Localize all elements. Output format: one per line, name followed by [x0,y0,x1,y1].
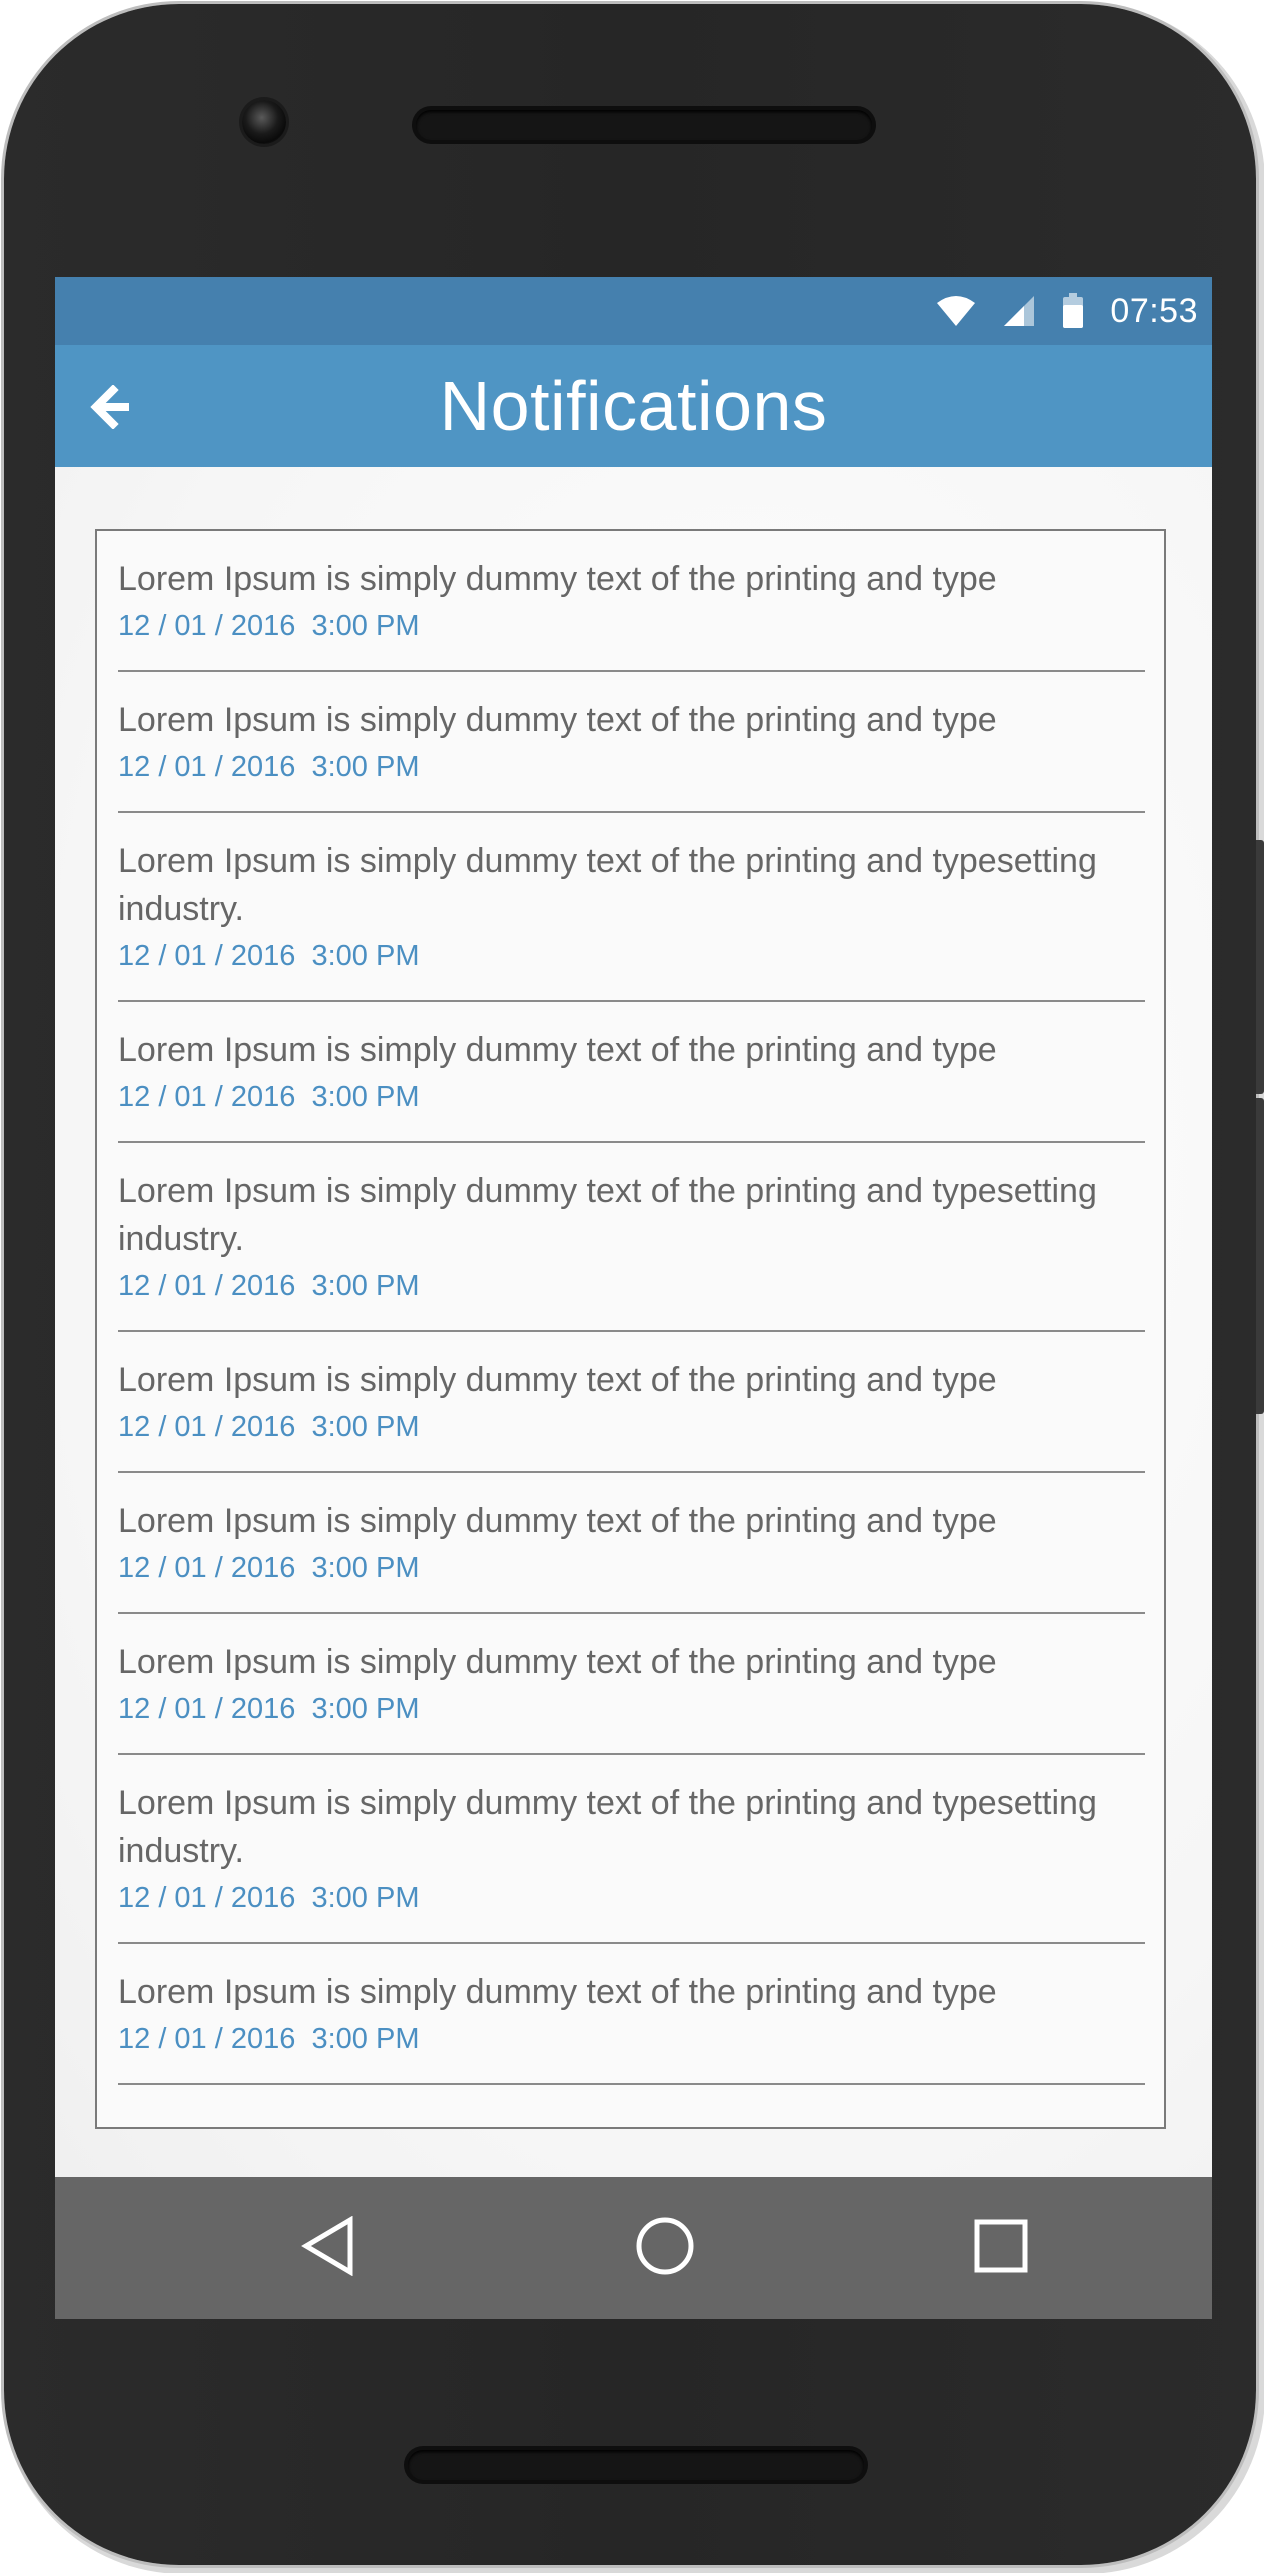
nav-home-circle-icon [635,2216,695,2281]
notification-text: Lorem Ipsum is simply dummy text of the … [118,560,997,598]
bottom-speaker [408,2450,864,2480]
status-bar: 07:53 [55,277,1212,345]
notification-text: Lorem Ipsum is simply dummy text of the … [118,1784,1097,1870]
back-button[interactable] [83,381,139,437]
battery-icon [1062,293,1084,329]
wifi-icon [936,295,976,327]
notification-timestamp: 12 / 01 / 2016 3:00 PM [118,1081,420,1113]
volume-button [1256,840,1264,1094]
cellular-signal-icon [1002,295,1036,327]
notification-text: Lorem Ipsum is simply dummy text of the … [118,842,1097,928]
content-area: Lorem Ipsum is simply dummy text of the … [55,467,1212,2177]
notification-item[interactable]: Lorem Ipsum is simply dummy text of the … [118,1614,1145,1755]
system-nav-bar [55,2177,1212,2319]
notification-timestamp: 12 / 01 / 2016 3:00 PM [118,1693,420,1725]
notification-item[interactable]: Lorem Ipsum is simply dummy text of the … [118,531,1145,672]
nav-back-triangle-icon [298,2215,358,2281]
notification-timestamp: 12 / 01 / 2016 3:00 PM [118,610,420,642]
notification-item[interactable]: Lorem Ipsum is simply dummy text of the … [118,1332,1145,1473]
notifications-card: Lorem Ipsum is simply dummy text of the … [95,529,1166,2129]
notification-text: Lorem Ipsum is simply dummy text of the … [118,1361,997,1399]
phone-frame: 07:53 Notifications Lorem Ipsum is simpl… [4,4,1264,2565]
notification-timestamp: 12 / 01 / 2016 3:00 PM [118,2023,420,2055]
nav-recents-square-icon [971,2216,1031,2281]
notification-timestamp: 12 / 01 / 2016 3:00 PM [118,1270,420,1302]
app-bar: Notifications [55,345,1212,467]
notification-timestamp: 12 / 01 / 2016 3:00 PM [118,1882,420,1914]
power-button [1256,1098,1264,1414]
page-title: Notifications [439,367,828,445]
screen: 07:53 Notifications Lorem Ipsum is simpl… [55,277,1212,2319]
nav-recents-button[interactable] [961,2208,1041,2288]
notification-text: Lorem Ipsum is simply dummy text of the … [118,1502,997,1540]
nav-home-button[interactable] [625,2208,705,2288]
notification-item[interactable]: Lorem Ipsum is simply dummy text of the … [118,1143,1145,1332]
notification-text: Lorem Ipsum is simply dummy text of the … [118,701,997,739]
notification-text: Lorem Ipsum is simply dummy text of the … [118,1973,997,2011]
notification-item[interactable]: Lorem Ipsum is simply dummy text of the … [118,1002,1145,1143]
status-time: 07:53 [1110,291,1198,330]
notification-item[interactable]: Lorem Ipsum is simply dummy text of the … [118,1473,1145,1614]
nav-back-button[interactable] [288,2208,368,2288]
arrow-left-icon [89,383,133,434]
notification-item[interactable]: Lorem Ipsum is simply dummy text of the … [118,1944,1145,2085]
notification-timestamp: 12 / 01 / 2016 3:00 PM [118,751,420,783]
notification-list: Lorem Ipsum is simply dummy text of the … [118,531,1145,2085]
notification-timestamp: 12 / 01 / 2016 3:00 PM [118,1411,420,1443]
notification-item[interactable]: Lorem Ipsum is simply dummy text of the … [118,813,1145,1002]
notification-text: Lorem Ipsum is simply dummy text of the … [118,1643,997,1681]
notification-timestamp: 12 / 01 / 2016 3:00 PM [118,1552,420,1584]
notification-text: Lorem Ipsum is simply dummy text of the … [118,1172,1097,1258]
notification-text: Lorem Ipsum is simply dummy text of the … [118,1031,997,1069]
front-camera [242,100,286,144]
earpiece-speaker [416,110,872,140]
notification-timestamp: 12 / 01 / 2016 3:00 PM [118,940,420,972]
notification-item[interactable]: Lorem Ipsum is simply dummy text of the … [118,1755,1145,1944]
status-icons: 07:53 [936,277,1198,345]
notification-item[interactable]: Lorem Ipsum is simply dummy text of the … [118,672,1145,813]
